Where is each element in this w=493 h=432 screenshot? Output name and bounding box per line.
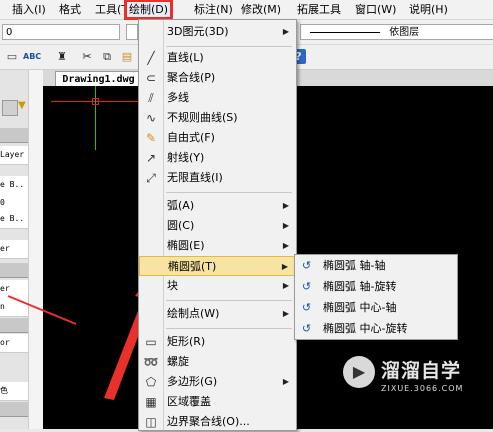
menu-item-label: 螺旋 xyxy=(167,355,189,368)
polygon-icon: ⬠ xyxy=(145,375,157,389)
menu-item-ellipse-arc[interactable]: 椭圆弧(T) ▶ xyxy=(139,256,296,276)
ellipse-arc-submenu: ↺ 椭圆弧 轴-轴 ↺ 椭圆弧 轴-旋转 ↺ 椭圆弧 中心-轴 ↺ 椭圆弧 中心… xyxy=(294,254,458,340)
menu-item-xline[interactable]: ⤢ 无限直线(I) xyxy=(139,168,296,188)
menu-item-label: 无限直线(I) xyxy=(167,171,223,184)
menu-item-circle[interactable]: 圆(C) ▶ xyxy=(139,216,296,236)
menu-item-multiline[interactable]: ⫽ 多线 xyxy=(139,88,296,108)
spline-icon: ∿ xyxy=(145,111,157,125)
menu-item-point[interactable]: 绘制点(W) ▶ xyxy=(139,304,296,324)
boundary-icon: ◫ xyxy=(145,415,157,429)
menu-item-label: 椭圆(E) xyxy=(167,239,205,252)
menu-item-label: 块 xyxy=(167,279,178,292)
menu-item-label: 绘制点(W) xyxy=(167,307,220,320)
menu-separator xyxy=(166,46,292,47)
draw-menu: 3D图元(3D) ▶ ╱ 直线(L) ⊂ 聚合线(P) ⫽ 多线 ∿ 不规则曲线… xyxy=(138,19,297,431)
menu-item-ellipse[interactable]: 椭圆(E) ▶ xyxy=(139,236,296,256)
menu-item-label: 椭圆弧(T) xyxy=(168,260,217,273)
menu-item-polyline[interactable]: ⊂ 聚合线(P) xyxy=(139,68,296,88)
submenu-item-label: 椭圆弧 轴-轴 xyxy=(323,259,386,272)
menu-item-freehand[interactable]: ✎ 自由式(F) xyxy=(139,128,296,148)
menu-item-label: 边界聚合线(O)... xyxy=(167,415,250,428)
rectangle-icon: ▭ xyxy=(145,335,157,349)
menu-item-spline[interactable]: ∿ 不规则曲线(S) xyxy=(139,108,296,128)
submenu-arrow-icon: ▶ xyxy=(282,377,289,386)
watermark-logo-icon: ▶ xyxy=(343,356,375,388)
menu-item-label: 区域覆盖 xyxy=(167,395,211,408)
menu-item-polygon[interactable]: ⬠ 多边形(G) ▶ xyxy=(139,372,296,392)
line-icon: ╱ xyxy=(147,51,155,65)
menu-separator xyxy=(166,300,292,301)
submenu-arrow-icon: ▶ xyxy=(282,309,289,318)
menu-item-ray[interactable]: ↗ 射线(Y) xyxy=(139,148,296,168)
menu-item-label: 多边形(G) xyxy=(167,375,218,388)
menu-item-label: 射线(Y) xyxy=(167,151,205,164)
submenu-arrow-icon: ▶ xyxy=(282,221,289,230)
menu-item-label: 圆(C) xyxy=(167,219,195,232)
menu-item-label: 聚合线(P) xyxy=(167,71,216,84)
submenu-arrow-icon: ▶ xyxy=(282,241,289,250)
submenu-item-axis-axis[interactable]: ↺ 椭圆弧 轴-轴 xyxy=(295,255,457,276)
menu-item-helix[interactable]: ➿ 螺旋 xyxy=(139,352,296,372)
polyline-icon: ⊂ xyxy=(145,71,157,85)
helix-icon: ➿ xyxy=(143,355,159,369)
submenu-item-axis-rotation[interactable]: ↺ 椭圆弧 轴-旋转 xyxy=(295,276,457,297)
freehand-icon: ✎ xyxy=(145,131,157,145)
annotation-arrow-left xyxy=(7,295,77,325)
watermark-title: 溜溜自学 xyxy=(381,360,462,382)
menu-item-label: 不规则曲线(S) xyxy=(167,111,238,124)
menu-item-3d[interactable]: 3D图元(3D) ▶ xyxy=(139,22,296,42)
multiline-icon: ⫽ xyxy=(148,91,154,105)
menu-item-line[interactable]: ╱ 直线(L) xyxy=(139,48,296,68)
menu-separator xyxy=(166,328,292,329)
menu-item-boundary[interactable]: ◫ 边界聚合线(O)... xyxy=(139,412,296,432)
submenu-item-label: 椭圆弧 中心-旋转 xyxy=(323,322,408,335)
submenu-arrow-icon: ▶ xyxy=(281,262,288,271)
watermark: ▶ 溜溜自学 ZIXUE.3066.COM xyxy=(343,352,471,414)
xline-icon: ⤢ xyxy=(146,171,156,185)
ellipse-arc-icon: ↺ xyxy=(301,280,312,293)
menu-item-label: 直线(L) xyxy=(167,51,204,64)
ray-icon: ↗ xyxy=(145,151,157,165)
menu-item-rectangle[interactable]: ▭ 矩形(R) xyxy=(139,332,296,352)
menu-item-label: 自由式(F) xyxy=(167,131,215,144)
menu-item-label: 弧(A) xyxy=(167,199,195,212)
submenu-arrow-icon: ▶ xyxy=(282,281,289,290)
menu-item-block[interactable]: 块 ▶ xyxy=(139,276,296,296)
menu-item-label: 矩形(R) xyxy=(167,335,206,348)
submenu-item-center-rotation[interactable]: ↺ 椭圆弧 中心-旋转 xyxy=(295,318,457,339)
ellipse-arc-icon: ↺ xyxy=(301,322,312,335)
menu-separator xyxy=(166,192,292,193)
menu-item-arc[interactable]: 弧(A) ▶ xyxy=(139,196,296,216)
menu-item-wipeout[interactable]: ▦ 区域覆盖 xyxy=(139,392,296,412)
ellipse-arc-icon: ↺ xyxy=(301,259,312,272)
menu-item-label: 3D图元(3D) xyxy=(167,25,229,38)
watermark-url: ZIXUE.3066.COM xyxy=(381,384,464,393)
ellipse-arc-icon: ↺ xyxy=(301,301,312,314)
submenu-arrow-icon: ▶ xyxy=(282,27,289,36)
submenu-item-label: 椭圆弧 中心-轴 xyxy=(323,301,397,314)
menu-item-label: 多线 xyxy=(167,91,189,104)
submenu-arrow-icon: ▶ xyxy=(282,201,289,210)
wipeout-icon: ▦ xyxy=(145,395,157,409)
submenu-item-center-axis[interactable]: ↺ 椭圆弧 中心-轴 xyxy=(295,297,457,318)
submenu-item-label: 椭圆弧 轴-旋转 xyxy=(323,280,397,293)
